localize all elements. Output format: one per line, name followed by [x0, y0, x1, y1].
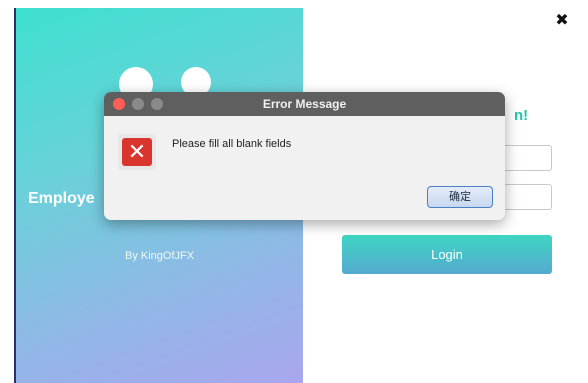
error-dialog: Error Message ✕ Please fill all blank fi… [104, 92, 505, 220]
error-icon-frame: ✕ [118, 134, 156, 170]
welcome-heading: n! [514, 107, 529, 124]
error-message: Please fill all blank fields [172, 138, 292, 150]
dialog-title: Error Message [262, 97, 347, 111]
login-button[interactable]: Login [342, 235, 552, 274]
author-credit: By KingOfJFX [125, 250, 195, 262]
close-icon[interactable]: ✖ [553, 12, 571, 30]
error-x-icon: ✕ [122, 138, 152, 166]
ok-button[interactable]: 确定 [427, 186, 493, 208]
brand-title: Employe [28, 190, 95, 207]
dialog-titlebar[interactable]: Error Message [104, 92, 505, 116]
